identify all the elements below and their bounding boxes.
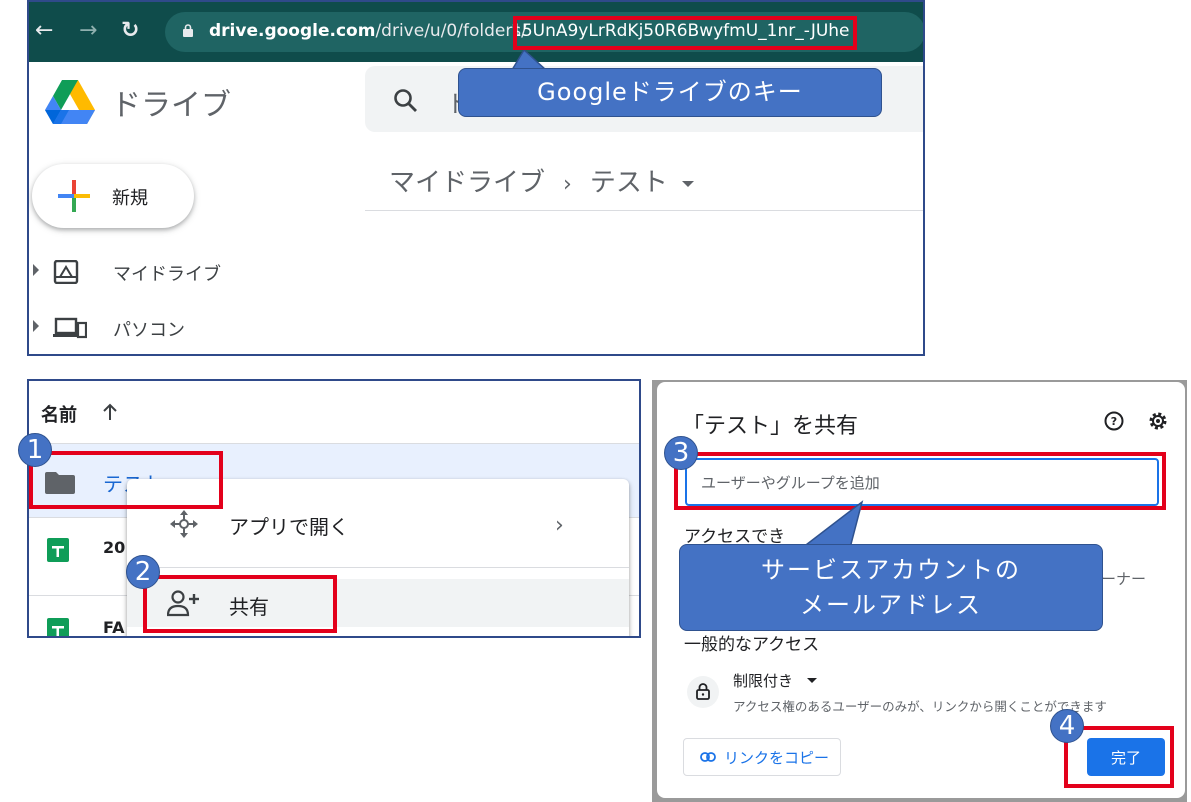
new-button-label: 新規: [112, 188, 148, 209]
dialog-title: 「テスト」を共有: [682, 414, 859, 439]
step-badge-3: 3: [664, 436, 698, 470]
step2-highlight: [143, 575, 337, 633]
folder-key-highlight: [513, 16, 857, 50]
copy-link-label: リンクをコピー: [724, 749, 830, 767]
sort-arrow-up-icon[interactable]: [101, 403, 119, 421]
new-button[interactable]: 新規: [32, 164, 194, 228]
step-badge-2: 2: [126, 555, 160, 589]
breadcrumb-separator: ›: [563, 172, 572, 197]
access-description: アクセス権のあるユーザーのみが、リンクから開くことができます: [733, 699, 1107, 714]
dropdown-caret-icon[interactable]: [681, 180, 694, 187]
callout-line: サービスアカウントの: [761, 556, 1021, 584]
sidebar-item-computers[interactable]: パソコン: [29, 308, 289, 348]
url-text: drive.google.com/drive/u/0/folders/: [209, 21, 527, 41]
expand-arrow-icon[interactable]: [33, 264, 39, 276]
computer-icon: [53, 317, 87, 339]
step-badge-1: 1: [18, 433, 52, 467]
column-header-name[interactable]: 名前: [41, 401, 77, 427]
app-title: ドライブ: [111, 88, 231, 123]
callout-drive-key: Googleドライブのキー: [458, 68, 882, 117]
callout-pointer: [511, 50, 548, 70]
google-drive-logo-icon: [45, 80, 95, 124]
callout-line: メールアドレス: [800, 591, 982, 619]
sidebar-item-label: パソコン: [113, 320, 185, 341]
my-drive-icon: [53, 260, 79, 284]
step3-highlight: [674, 452, 1166, 510]
open-with-move-icon: [170, 510, 198, 538]
spreadsheet-icon: [47, 538, 69, 562]
step-badge-4: 4: [1050, 709, 1084, 743]
file-name: 20: [103, 538, 126, 557]
breadcrumb: マイドライブ › テスト: [389, 162, 694, 199]
lock-icon: [183, 24, 193, 37]
dropdown-caret-icon[interactable]: [807, 678, 817, 683]
menu-item-label: アプリで開く: [229, 515, 349, 539]
menu-divider: [127, 567, 629, 568]
step1-highlight: [29, 451, 223, 509]
drive-browser-panel: ← → ↻ drive.google.com/drive/u/0/folders…: [27, 0, 925, 356]
owner-label: ーナー: [1101, 570, 1147, 588]
breadcrumb-current[interactable]: テスト: [590, 168, 668, 198]
chevron-right-icon: ›: [555, 513, 564, 538]
file-name: FA: [103, 618, 125, 637]
reload-icon[interactable]: ↻: [121, 16, 139, 46]
lock-icon: [696, 683, 710, 700]
general-access-heading: 一般的なアクセス: [684, 635, 820, 655]
svg-text:?: ?: [1111, 415, 1117, 428]
search-icon: [394, 89, 417, 112]
access-level-dropdown[interactable]: 制限付き: [733, 670, 793, 691]
divider: [365, 210, 923, 211]
plus-icon: [58, 180, 90, 212]
sidebar-item-my-drive[interactable]: マイドライブ: [29, 252, 289, 292]
file-list-panel: 名前 テスト 20 FA: [27, 379, 641, 638]
back-arrow-icon[interactable]: ←: [35, 16, 53, 46]
callout-service-account: サービスアカウントの メールアドレス: [679, 544, 1103, 631]
expand-arrow-icon[interactable]: [33, 320, 39, 332]
restricted-icon-badge: [687, 676, 719, 708]
copy-link-button[interactable]: リンクをコピー: [683, 738, 841, 776]
callout-pointer: [799, 500, 864, 549]
link-icon: [700, 752, 716, 762]
help-icon[interactable]: ?: [1103, 410, 1125, 432]
spreadsheet-icon: [47, 618, 69, 636]
breadcrumb-root[interactable]: マイドライブ: [389, 168, 545, 198]
forward-arrow-icon[interactable]: →: [79, 16, 97, 46]
gear-icon[interactable]: [1147, 410, 1169, 432]
sidebar-item-label: マイドライブ: [113, 264, 221, 285]
